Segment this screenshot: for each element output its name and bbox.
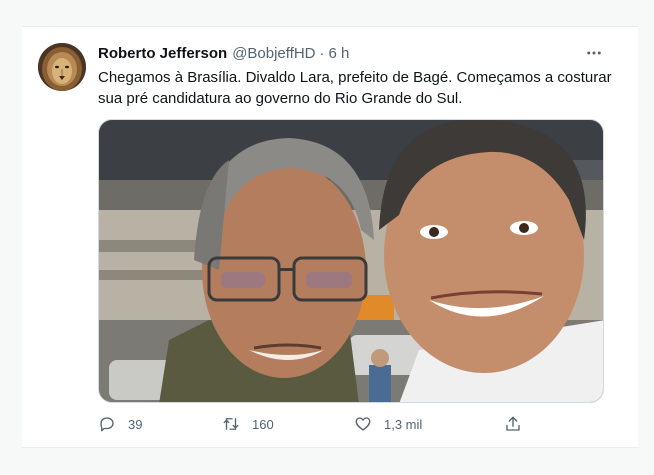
heart-icon xyxy=(355,417,371,431)
retweet-icon xyxy=(223,418,239,430)
reply-count: 39 xyxy=(128,416,143,432)
share-icon xyxy=(506,416,520,431)
user-handle[interactable]: @BobjeffHD xyxy=(232,44,315,64)
retweet-button[interactable]: 160 xyxy=(222,415,274,433)
display-name[interactable]: Roberto Jefferson xyxy=(98,44,227,64)
share-button[interactable] xyxy=(504,415,522,433)
tweet-time[interactable]: 6 h xyxy=(329,44,350,64)
reply-button[interactable]: 39 xyxy=(98,415,142,433)
tweet-text: Chegamos à Brasília. Divaldo Lara, prefe… xyxy=(98,69,612,107)
tweet-photo[interactable] xyxy=(98,119,604,403)
separator-dot: · xyxy=(319,45,325,62)
like-button[interactable]: 1,3 mil xyxy=(354,415,422,433)
tweet-header: Roberto Jefferson @BobjeffHD · 6 h xyxy=(98,44,349,64)
selfie-photo xyxy=(99,120,603,402)
tweet-card[interactable]: Roberto Jefferson @BobjeffHD · 6 h Chega… xyxy=(22,26,638,448)
like-count: 1,3 mil xyxy=(384,416,423,432)
more-options-button[interactable] xyxy=(582,41,606,65)
tweet-actions: 39 160 1,3 mil xyxy=(98,415,528,437)
retweet-count: 160 xyxy=(252,416,274,432)
lion-avatar-image xyxy=(38,43,86,91)
more-horizontal-icon xyxy=(587,51,601,55)
reply-icon xyxy=(100,417,114,432)
avatar[interactable] xyxy=(38,43,86,91)
